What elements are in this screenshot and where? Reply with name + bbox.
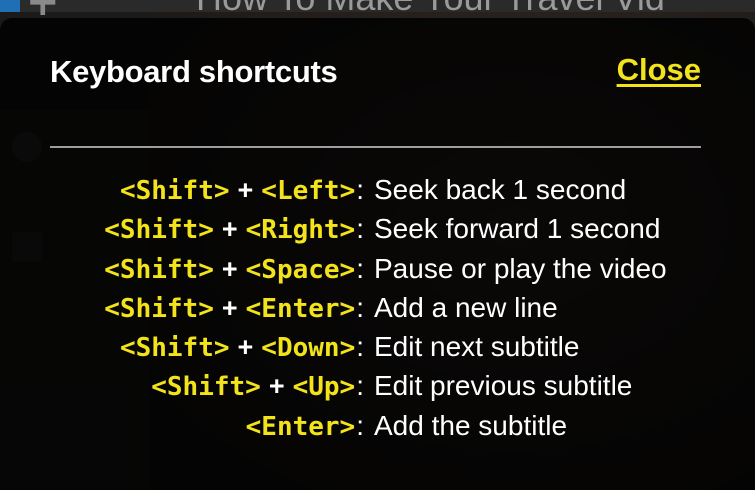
plus-sign: + xyxy=(221,292,238,323)
separator: : xyxy=(356,174,364,205)
shortcut-row: <Shift> + <Right>: Seek forward 1 second xyxy=(0,213,755,252)
shortcut-key: <Up> xyxy=(292,372,356,403)
separator: : xyxy=(356,331,364,363)
shortcut-keys: <Shift> + <Space>: xyxy=(0,253,364,285)
shortcut-key: <Space> xyxy=(245,254,356,285)
shortcut-keys: <Shift> + <Down>: xyxy=(0,331,364,363)
modifier-key: <Shift> xyxy=(119,176,230,206)
shortcut-description: Edit previous subtitle xyxy=(374,370,633,402)
separator: : xyxy=(356,370,364,402)
plus-sign: + xyxy=(221,253,238,284)
shortcut-key: <Enter> xyxy=(245,293,356,324)
shortcut-description: Edit next subtitle xyxy=(374,331,580,363)
modifier-key: <Shift> xyxy=(104,254,214,285)
shortcut-row: <Shift> + <Enter>: Add a new line xyxy=(0,292,755,331)
plus-sign: + xyxy=(237,175,254,205)
shortcut-row: <Enter>: Add the subtitle xyxy=(0,410,755,449)
shortcut-description: Pause or play the video xyxy=(374,252,667,284)
separator: : xyxy=(356,409,364,441)
shortcut-keys: <Shift> + <Left>: xyxy=(0,174,364,206)
shortcut-description: Seek back 1 second xyxy=(374,174,627,205)
shortcut-list: <Shift> + <Left>: Seek back 1 second <Shif… xyxy=(0,174,755,449)
shortcut-description: Add a new line xyxy=(374,291,558,323)
modifier-key: <Shift> xyxy=(104,215,214,246)
modifier-key: <Shift> xyxy=(104,293,214,324)
separator: : xyxy=(356,291,364,323)
close-button[interactable]: Close xyxy=(617,52,701,88)
modifier-key: <Shift> xyxy=(119,333,230,364)
divider xyxy=(50,146,701,148)
shortcut-row: <Shift> + <Space>: Pause or play the video xyxy=(0,253,755,292)
shortcut-row: <Shift> + <Up>: Edit previous subtitle xyxy=(0,370,755,409)
shortcut-description: Add the subtitle xyxy=(374,409,568,441)
shortcut-keys: <Shift> + <Enter>: xyxy=(0,292,364,324)
shortcut-keys: <Shift> + <Up>: xyxy=(0,370,364,402)
shortcut-keys: <Shift> + <Right>: xyxy=(0,213,364,245)
keyboard-shortcuts-dialog: Keyboard shortcuts Close <Shift> + <Left>:… xyxy=(0,18,755,490)
shortcut-key: <Right> xyxy=(245,215,356,246)
shortcut-row: <Shift> + <Left>: Seek back 1 second xyxy=(0,174,755,213)
shortcut-key: <Enter> xyxy=(245,411,356,442)
shortcut-key: <Down> xyxy=(261,333,356,364)
separator: : xyxy=(356,252,364,284)
modifier-key: <Shift> xyxy=(151,372,261,403)
background-app-header xyxy=(0,0,20,12)
shortcut-row: <Shift> + <Down>: Edit next subtitle xyxy=(0,331,755,370)
plus-sign: + xyxy=(237,332,254,363)
plus-sign: + xyxy=(268,371,285,402)
shortcut-keys: <Enter>: xyxy=(0,410,364,442)
plus-sign: + xyxy=(221,214,238,245)
shortcut-key: <Left> xyxy=(261,176,356,206)
shortcut-description: Seek forward 1 second xyxy=(374,213,661,245)
dialog-title: Keyboard shortcuts xyxy=(50,54,338,89)
separator: : xyxy=(356,213,364,245)
